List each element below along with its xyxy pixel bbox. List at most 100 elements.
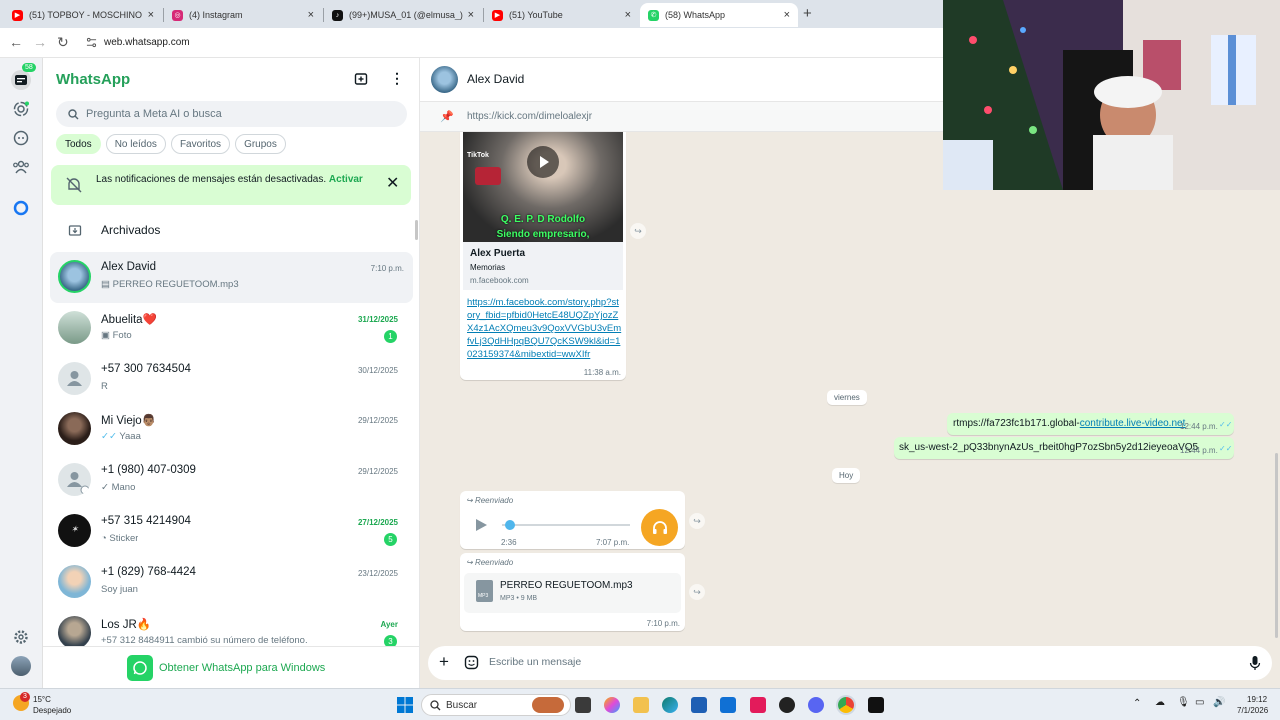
outgoing-message-rtmps[interactable]: rtmps://fa723fc1b171.global-contribute.l…	[947, 413, 1234, 435]
play-icon[interactable]	[474, 518, 488, 532]
microphone-icon[interactable]	[1249, 655, 1261, 671]
attach-icon[interactable]: +	[439, 652, 449, 672]
network-icon[interactable]: ▭	[1195, 697, 1204, 708]
volume-icon[interactable]: 🔊	[1213, 697, 1225, 708]
forward-icon[interactable]: ↪	[689, 513, 705, 529]
filter-unread[interactable]: No leídos	[105, 134, 166, 154]
chat-row-alex-david[interactable]: Alex David 7:10 p.m. ▤ PERREO REGUETOOM.…	[50, 252, 413, 303]
incoming-audio-message[interactable]: ↪ Reenviado 2:36 7:07 p.m.	[460, 491, 685, 549]
browser-tab-4[interactable]: ▶ (51) YouTube ×	[484, 3, 639, 27]
close-icon[interactable]: ✕	[386, 173, 399, 193]
audio-progress-knob[interactable]	[504, 520, 515, 530]
chat-time: Ayer	[380, 619, 399, 629]
meta-ai-icon[interactable]	[11, 198, 31, 218]
channels-icon[interactable]	[11, 128, 31, 148]
reload-icon[interactable]: ↻	[57, 34, 69, 51]
forward-icon[interactable]: ↪	[689, 584, 705, 600]
chat-row-mi-viejo[interactable]: Mi Viejo👨🏽 29/12/2025 ✓✓ Yaaa	[43, 404, 420, 455]
windows-start-icon[interactable]	[397, 697, 413, 713]
close-tab-icon[interactable]: ×	[148, 9, 154, 21]
archived-row[interactable]: Archivados	[43, 216, 420, 244]
close-tab-icon[interactable]: ×	[625, 9, 631, 21]
clock-date[interactable]: 7/1/2026	[1237, 706, 1268, 715]
double-check-read-icon: ✓✓	[1219, 420, 1233, 429]
audio-progress-track[interactable]	[502, 524, 630, 526]
get-windows-app-link[interactable]: Obtener WhatsApp para Windows	[127, 655, 325, 681]
browser-tab-1[interactable]: ▶ (51) TOPBOY - MOSCHINO (Vid ×	[4, 3, 162, 27]
outgoing-message-stream-key[interactable]: sk_us-west-2_pQ33bnynAzUs_rbeit0hgP7ozSb…	[894, 437, 1234, 459]
edge-icon[interactable]	[662, 697, 678, 713]
link-preview-card[interactable]: Alex Puerta Memorias m.facebook.com	[463, 242, 623, 290]
browser-tab-3[interactable]: ♪ (99+)MUSA_01 (@elmusa_) | Ti ×	[324, 3, 482, 27]
tiktok-app-icon[interactable]	[750, 697, 766, 713]
close-tab-icon[interactable]: ×	[308, 9, 314, 21]
status-icon[interactable]	[11, 99, 31, 119]
settings-icon[interactable]	[11, 627, 31, 647]
file-explorer-icon[interactable]	[633, 697, 649, 713]
close-tab-icon[interactable]: ×	[784, 9, 790, 21]
chat-preview: ✓✓ Yaaa	[101, 431, 141, 443]
taskbar-search-label: Buscar	[446, 700, 478, 711]
video-caption-line2: Siendo empresario,	[496, 229, 590, 240]
facebook-story-link[interactable]: https://m.facebook.com/story.php?story_f…	[467, 296, 622, 361]
conversation-scrollbar[interactable]	[1275, 453, 1278, 638]
chat-row-1-829[interactable]: +1 (829) 768-4424 23/12/2025 Soy juan	[43, 557, 420, 608]
message-composer[interactable]: + Escribe un mensaje	[428, 646, 1272, 680]
file-card[interactable]: MP3 PERREO REGUETOOM.mp3 MP3 • 9 MB	[464, 573, 681, 613]
cloud-icon[interactable]: ☁	[1155, 697, 1165, 708]
outlook-icon[interactable]	[720, 697, 736, 713]
show-hidden-icons[interactable]: ⌃	[1133, 698, 1141, 709]
chats-icon[interactable]	[11, 70, 31, 90]
close-tab-icon[interactable]: ×	[468, 9, 474, 21]
discord-icon[interactable]	[808, 697, 824, 713]
back-icon[interactable]: ←	[9, 34, 23, 50]
forward-icon[interactable]: ↪	[630, 223, 646, 239]
rtmps-link[interactable]: contribute.live-video.net	[1080, 418, 1186, 429]
obs-icon[interactable]	[779, 697, 795, 713]
chat-preview: ▤ PERREO REGUETOOM.mp3	[101, 279, 239, 290]
video-thumbnail[interactable]: TikTok Q. E. P. D Rodolfo Siendo empresa…	[463, 132, 623, 242]
play-icon[interactable]	[527, 146, 559, 178]
chat-list-pane: WhatsApp ⋮ Pregunta a Meta AI o busca To…	[43, 58, 420, 688]
copilot-icon[interactable]	[604, 697, 620, 713]
forward-icon[interactable]: →	[33, 34, 47, 50]
filter-all[interactable]: Todos	[56, 134, 101, 154]
profile-avatar[interactable]	[11, 656, 31, 676]
chat-row-1-980[interactable]: +1 (980) 407-0309 29/12/2025 ✓ Mano	[43, 455, 420, 506]
filter-groups[interactable]: Grupos	[235, 134, 286, 154]
pin-icon: 📌	[440, 111, 454, 123]
chat-preview: ▣ Foto	[101, 329, 132, 341]
microphone-tray-icon[interactable]: 🎙	[1177, 697, 1190, 708]
sticker-emoji-icon[interactable]	[464, 655, 479, 670]
filter-favorites[interactable]: Favoritos	[170, 134, 231, 154]
chat-row-abuelita[interactable]: Abuelita❤️ 31/12/2025 ▣ Foto 1	[43, 303, 420, 354]
taskbar-search[interactable]: Buscar	[421, 694, 571, 716]
menu-icon[interactable]: ⋮	[390, 70, 404, 87]
new-chat-icon[interactable]	[354, 72, 368, 86]
chat-row-los-jr[interactable]: Los JR🔥 Ayer +57 312 8484911 cambió su n…	[43, 608, 420, 646]
contact-avatar[interactable]	[431, 66, 458, 93]
browser-tab-whatsapp[interactable]: ✆ (58) WhatsApp ×	[640, 3, 798, 27]
site-settings-icon[interactable]	[86, 37, 97, 48]
store-icon[interactable]	[691, 697, 707, 713]
clock-time[interactable]: 19:12	[1247, 695, 1267, 704]
chrome-icon[interactable]	[838, 697, 854, 713]
capcut-icon[interactable]	[868, 697, 884, 713]
message-text: rtmps://fa723fc1b171.global-contribute.l…	[953, 418, 1186, 429]
incoming-file-message[interactable]: ↪ Reenviado MP3 PERREO REGUETOOM.mp3 MP3…	[460, 553, 685, 631]
chat-row-57-300[interactable]: +57 300 7634504 30/12/2025 R	[43, 354, 420, 405]
activate-notifications-link[interactable]: Activar	[329, 174, 363, 185]
search-placeholder: Pregunta a Meta AI o busca	[86, 108, 222, 120]
browser-tab-2[interactable]: ◎ (4) Instagram ×	[164, 3, 322, 27]
chat-row-57-315[interactable]: ✶ +57 315 4214904 27/12/2025 ◔ Sticker 5	[43, 506, 420, 557]
chats-unread-badge: 58	[22, 63, 36, 72]
message-time: 12:44 p.m.	[1180, 446, 1218, 455]
archive-icon	[68, 225, 82, 236]
address-bar[interactable]: web.whatsapp.com	[104, 37, 190, 48]
incoming-link-message[interactable]: TikTok Q. E. P. D Rodolfo Siendo empresa…	[460, 132, 626, 380]
scrollbar[interactable]	[415, 220, 418, 240]
new-tab-button[interactable]: +	[803, 5, 812, 22]
search-input[interactable]: Pregunta a Meta AI o busca	[56, 101, 407, 127]
task-view-icon[interactable]	[575, 697, 591, 713]
communities-icon[interactable]	[11, 157, 31, 177]
